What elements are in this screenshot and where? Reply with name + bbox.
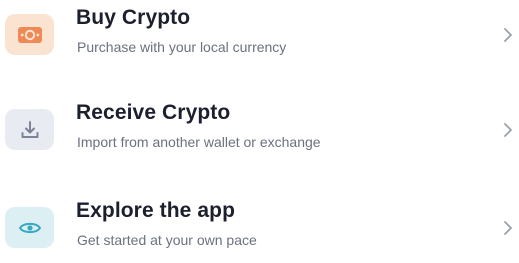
menu-item-receive-crypto[interactable]: Receive Crypto Import from another walle… (0, 93, 519, 165)
menu-item-explore-app[interactable]: Explore the app Get started at your own … (0, 191, 519, 263)
menu-item-subtitle: Import from another wallet or exchange (77, 134, 321, 150)
action-menu-list: Buy Crypto Purchase with your local curr… (0, 0, 519, 252)
chevron-right-icon (504, 221, 512, 235)
menu-item-title: Buy Crypto (76, 6, 191, 29)
menu-item-title: Receive Crypto (76, 101, 231, 124)
chevron-right-icon (504, 123, 512, 137)
menu-item-buy-crypto[interactable]: Buy Crypto Purchase with your local curr… (0, 0, 519, 70)
explore-app-icon-tile (5, 207, 54, 248)
eye-icon (18, 222, 41, 233)
menu-item-title: Explore the app (76, 199, 236, 222)
download-icon (21, 120, 38, 138)
receive-crypto-icon-tile (5, 109, 54, 150)
chevron-right-icon (504, 28, 512, 42)
buy-crypto-icon-tile (5, 14, 54, 55)
menu-item-subtitle: Purchase with your local currency (77, 39, 287, 55)
cash-icon (17, 26, 42, 43)
menu-item-subtitle: Get started at your own pace (77, 232, 257, 248)
